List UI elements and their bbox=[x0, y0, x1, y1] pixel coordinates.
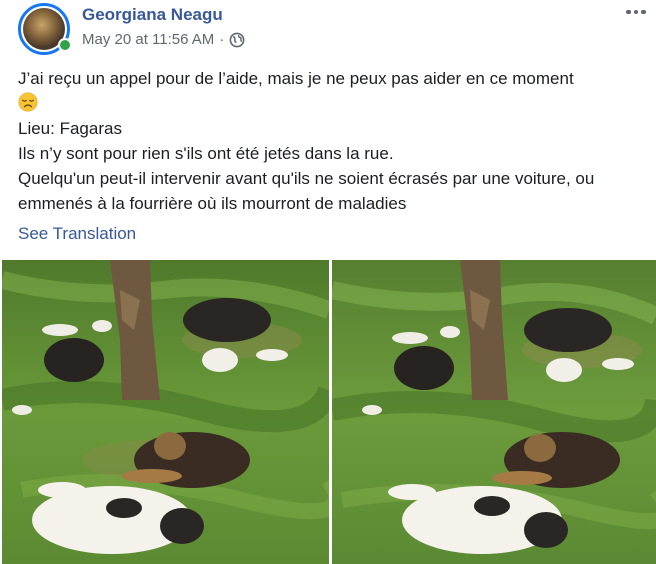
post-message: J’ai reçu un appel pour de l’aide, mais … bbox=[18, 66, 648, 216]
post-meta: May 20 at 11:56 AM · bbox=[82, 31, 245, 48]
post-text-line-5: emmenés à la fourrière où ils mourront d… bbox=[18, 194, 407, 213]
more-horizontal-icon bbox=[626, 9, 631, 15]
photo-grid bbox=[2, 260, 656, 564]
post-text-line-2: Lieu: Fagaras bbox=[18, 119, 122, 138]
post-text-line-1: J’ai reçu un appel pour de l’aide, mais … bbox=[18, 69, 574, 88]
disappointed-face-emoji bbox=[18, 92, 38, 112]
dogs-under-tree-photo-1 bbox=[2, 260, 329, 564]
dogs-under-tree-photo-2 bbox=[332, 260, 656, 564]
emoji-line bbox=[18, 91, 648, 116]
more-options-button[interactable] bbox=[620, 2, 652, 22]
meta-separator: · bbox=[219, 31, 225, 48]
see-translation-link[interactable]: See Translation bbox=[18, 224, 136, 244]
post-text-line-4: Quelqu'un peut-il intervenir avant qu'il… bbox=[18, 169, 595, 188]
post-photo-2[interactable] bbox=[332, 260, 656, 564]
online-status-indicator bbox=[58, 38, 72, 52]
author-name-link[interactable]: Georgiana Neagu bbox=[82, 5, 223, 25]
post-header: Georgiana Neagu May 20 at 11:56 AM · bbox=[0, 0, 656, 60]
globe-icon[interactable] bbox=[229, 32, 245, 48]
post-timestamp[interactable]: May 20 at 11:56 AM bbox=[82, 31, 214, 48]
post-text-line-3: Ils n’y sont pour rien s'ils ont été jet… bbox=[18, 144, 394, 163]
post-photo-1[interactable] bbox=[2, 260, 329, 564]
